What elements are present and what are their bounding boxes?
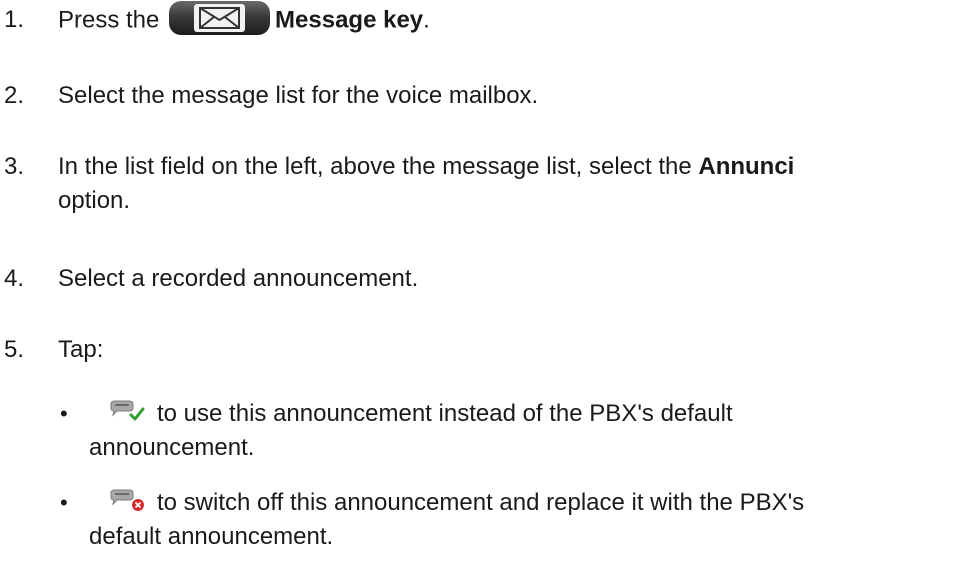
step-number: 5. [4,336,25,363]
bullet-text: to use this announcement instead of the … [89,397,977,431]
envelope-key-icon [168,0,271,36]
step-text: Tap: [58,336,104,363]
bullet-text-line2: announcement. [89,434,255,461]
announcement-deactivate-icon [107,488,147,514]
bullet-dot: • [60,490,68,515]
step-5: 5. Tap: [0,333,977,367]
step-number: 4. [4,265,25,292]
message-key-label: Message key [275,6,424,34]
step-2: 2. Select the message list for the voice… [0,79,977,113]
bullet-dot: • [60,401,68,426]
step-text-line1: In the list field on the left, above the… [58,153,699,180]
step-text: Select a recorded announcement. [58,265,419,292]
bullet-item-activate: • to use this announcement instead of th… [58,397,977,465]
bullet-text: to switch off this announcement and repl… [89,486,977,520]
step-number: 1. [4,6,25,33]
step-3: 3. In the list field on the left, above … [0,150,977,218]
step-number: 3. [4,153,25,180]
annunci-option-label: Annunci [698,153,795,180]
step-text-after: . [423,6,430,34]
step-text-line2: option. [58,187,131,214]
step-text-before: Press the [58,6,167,34]
announcement-activate-icon [107,399,147,425]
step-1: 1. Press the Message key. [0,0,977,39]
bullet-text-line1: to use this announcement instead of the … [157,400,733,427]
step-text: Press the Message key. [58,0,977,39]
step-text: In the list field on the left, above the… [58,150,977,184]
step-4: 4. Select a recorded announcement. [0,262,977,296]
bullet-item-deactivate: • to switch off this announcement and re… [58,486,977,554]
bullet-text-line1: to switch off this announcement and repl… [157,489,805,516]
bullet-text-line2: default announcement. [89,523,334,550]
step-text: Select the message list for the voice ma… [58,82,539,109]
step-number: 2. [4,82,25,109]
